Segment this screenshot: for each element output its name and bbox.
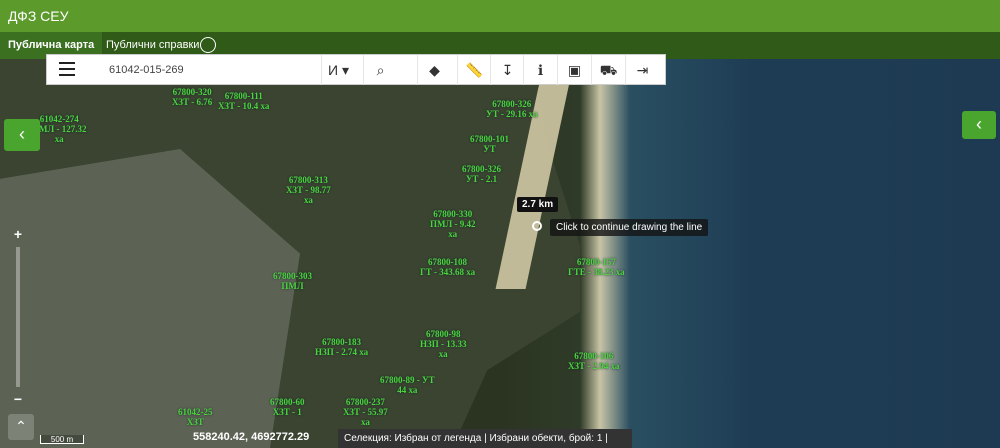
parcel-label[interactable]: 67800-111 ХЗТ - 10.4 ха (218, 91, 269, 111)
parcel-label[interactable]: 67800-320 ХЗТ - 6.76 (172, 87, 212, 107)
text-style-button[interactable]: И ▾ (321, 55, 355, 85)
measure-button[interactable]: 📏 (457, 55, 491, 85)
parcel-label[interactable]: 67800-101 УТ (470, 134, 509, 154)
zoom-slider[interactable] (16, 247, 20, 387)
parcel-label[interactable]: 67800-106 ХЗТ - 2.94 ха (568, 351, 619, 371)
parcel-label[interactable]: 67800-89 - УТ 44 ха (380, 375, 435, 395)
parcel-label[interactable]: 67800-157 ГТЕ - 38.23 ха (568, 257, 625, 277)
app-title: ДФЗ СЕУ (8, 8, 69, 24)
zoom-out-button[interactable]: − (8, 390, 28, 408)
parcel-label[interactable]: 61042-25 ХЗТ (178, 407, 213, 427)
measure-hint-tooltip: Click to continue drawing the line (550, 219, 709, 236)
zoom-in-button[interactable]: + (8, 225, 28, 243)
export-button[interactable]: ⇥ (625, 55, 659, 85)
parcel-label[interactable]: 67800-108 ГТ - 343.68 ха (420, 257, 475, 277)
layers-button[interactable]: ▣ (557, 55, 591, 85)
chevron-down-icon[interactable] (200, 37, 216, 53)
map-toolbar: И ▾ ⌕ ◆📏↧ℹ▣⛟⇥ (46, 54, 666, 85)
parcel-label[interactable]: 67800-60 ХЗТ - 1 (270, 397, 305, 417)
map-right-panel-toggle[interactable]: ‹ (962, 111, 996, 139)
selection-status: Селекция: Избран от легенда | Избрани об… (338, 429, 632, 448)
map-left-panel-toggle[interactable]: ‹ (4, 119, 40, 151)
draw-shape-button[interactable]: ◆ (417, 55, 451, 85)
parcel-label[interactable]: 67800-98 НЗП - 13.33 ха (420, 329, 467, 359)
app-header: ДФЗ СЕУ (0, 0, 1000, 32)
parcel-label[interactable]: 67800-330 ПМЛ - 9.42 ха (430, 209, 475, 239)
parcel-label[interactable]: 67800-326 УТ - 29.16 ха (486, 99, 538, 119)
parcel-label[interactable]: 67800-313 ХЗТ - 98.77 ха (286, 175, 331, 205)
map-view[interactable]: 61042-274 ПМЛ - 127.32 ха 67800-320 ХЗТ - 6.… (0, 59, 1000, 448)
parcel-label[interactable]: 67800-326 УТ - 2.1 (462, 164, 501, 184)
measure-distance-tooltip: 2.7 km (517, 197, 559, 212)
dimension-button[interactable]: ↧ (490, 55, 524, 85)
scale-bar: 500 m (40, 435, 84, 444)
parcel-label[interactable]: 61042-274 ПМЛ - 127.32 ха (32, 114, 86, 144)
map-footer: 500 m 558240.42, 4692772.29 Селекция: Из… (0, 429, 1000, 448)
coordinates-readout: 558240.42, 4692772.29 (193, 431, 310, 443)
parcel-label[interactable]: 67800-237 ХЗТ - 55.97 ха (343, 397, 388, 427)
parcel-label[interactable]: 67800-183 НЗП - 2.74 ха (315, 337, 368, 357)
measure-vertex[interactable] (532, 221, 542, 231)
search-button[interactable]: ⌕ (363, 55, 397, 85)
zoom-control: + − (8, 225, 28, 410)
info-button[interactable]: ℹ (523, 55, 557, 85)
parcel-label[interactable]: 67800-303 ПМЛ (273, 271, 312, 291)
truck-button[interactable]: ⛟ (591, 55, 625, 85)
menu-icon[interactable] (59, 62, 75, 76)
